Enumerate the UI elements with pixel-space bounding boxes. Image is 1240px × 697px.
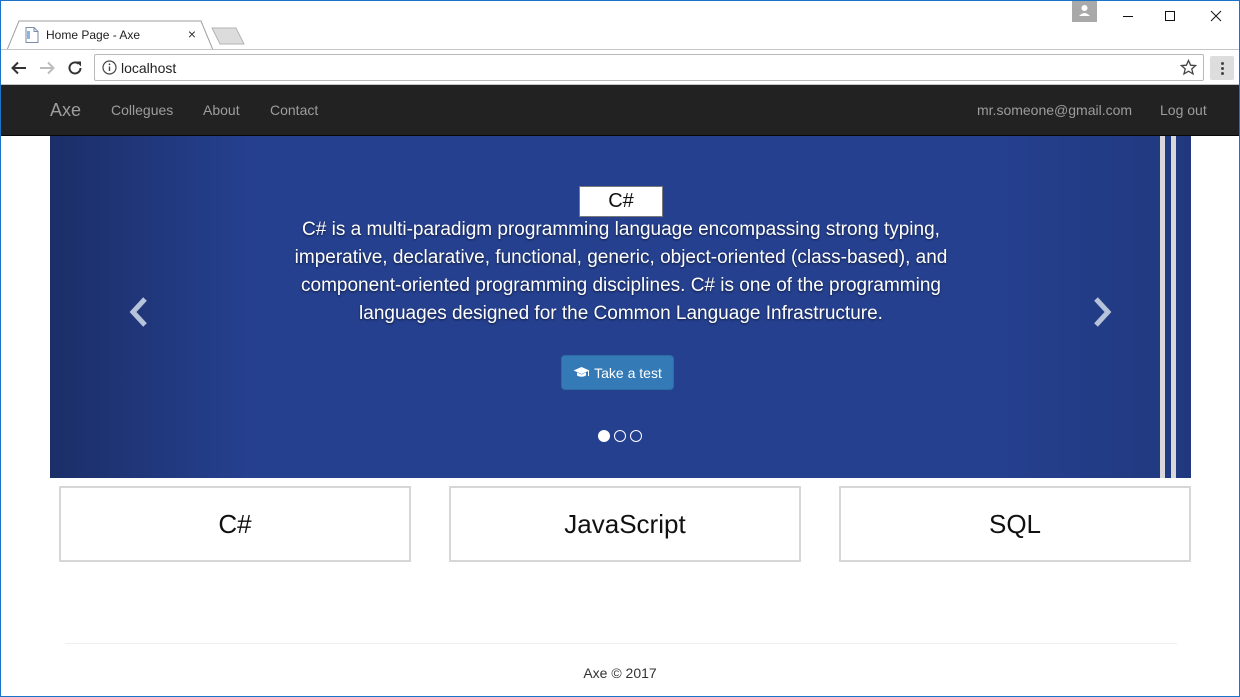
card-javascript[interactable]: JavaScript bbox=[449, 486, 801, 562]
take-test-button[interactable]: Take a test bbox=[561, 355, 674, 390]
new-tab-button[interactable] bbox=[211, 27, 245, 45]
carousel-indicator-dot[interactable] bbox=[630, 430, 642, 442]
info-icon[interactable] bbox=[102, 60, 117, 75]
close-tab-icon[interactable]: × bbox=[185, 26, 199, 42]
minimize-icon bbox=[1123, 16, 1133, 17]
browser-menu-button[interactable] bbox=[1210, 56, 1234, 80]
carousel-description: C# is a multi-paradigm programming langu… bbox=[294, 219, 948, 324]
footer-copyright: Axe © 2017 bbox=[583, 665, 657, 681]
nav-link-about[interactable]: About bbox=[203, 102, 240, 118]
close-window-button[interactable] bbox=[1193, 1, 1239, 31]
tab-title: Home Page - Axe bbox=[46, 28, 141, 42]
footer-divider bbox=[65, 643, 1177, 644]
maximize-icon bbox=[1165, 11, 1175, 21]
tab-strip: Home Page - Axe × bbox=[1, 1, 1239, 50]
site-navbar: Axe Collegues About Contact mr.someone@g… bbox=[1, 85, 1239, 136]
carousel-indicators bbox=[598, 430, 642, 442]
carousel-edge-stripe bbox=[1171, 136, 1176, 478]
carousel-indicator-dot[interactable] bbox=[614, 430, 626, 442]
menu-dot-icon bbox=[1220, 61, 1224, 65]
user-icon bbox=[1079, 5, 1090, 16]
nav-link-contact[interactable]: Contact bbox=[270, 102, 318, 118]
browser-toolbar: localhost bbox=[1, 49, 1239, 85]
browser-window: Home Page - Axe × localhost Axe Collegue… bbox=[0, 0, 1240, 697]
carousel-heading: C# bbox=[579, 186, 663, 217]
carousel-indicator-dot[interactable] bbox=[598, 430, 610, 442]
take-test-label: Take a test bbox=[594, 364, 662, 381]
graduation-cap-icon bbox=[573, 367, 590, 377]
nav-link-collegues[interactable]: Collegues bbox=[111, 102, 173, 118]
nav-user-email[interactable]: mr.someone@gmail.com bbox=[977, 102, 1132, 118]
page-icon bbox=[25, 27, 39, 43]
forward-button[interactable] bbox=[36, 57, 58, 79]
forward-arrow-icon bbox=[40, 61, 55, 75]
navbar-brand[interactable]: Axe bbox=[50, 100, 81, 121]
carousel-next-icon[interactable] bbox=[1090, 296, 1114, 328]
close-icon bbox=[1210, 10, 1222, 22]
address-bar[interactable]: localhost bbox=[94, 54, 1204, 81]
carousel-edge-stripe bbox=[1160, 136, 1165, 478]
minimize-button[interactable] bbox=[1105, 1, 1151, 31]
maximize-button[interactable] bbox=[1147, 1, 1193, 31]
logout-link[interactable]: Log out bbox=[1160, 102, 1207, 118]
back-button[interactable] bbox=[8, 57, 30, 79]
carousel-prev-icon[interactable] bbox=[127, 296, 151, 328]
menu-dot-icon bbox=[1220, 66, 1224, 70]
reload-button[interactable] bbox=[64, 57, 86, 79]
bookmark-star-icon[interactable] bbox=[1180, 59, 1197, 76]
profile-button[interactable] bbox=[1072, 1, 1097, 22]
menu-dot-icon bbox=[1220, 71, 1224, 75]
url-text[interactable]: localhost bbox=[121, 60, 176, 76]
reload-icon bbox=[68, 61, 82, 75]
back-arrow-icon bbox=[11, 61, 26, 75]
carousel: C# C# is a multi-paradigm programming la… bbox=[50, 136, 1191, 478]
card-sql[interactable]: SQL bbox=[839, 486, 1191, 562]
card-csharp[interactable]: C# bbox=[59, 486, 411, 562]
